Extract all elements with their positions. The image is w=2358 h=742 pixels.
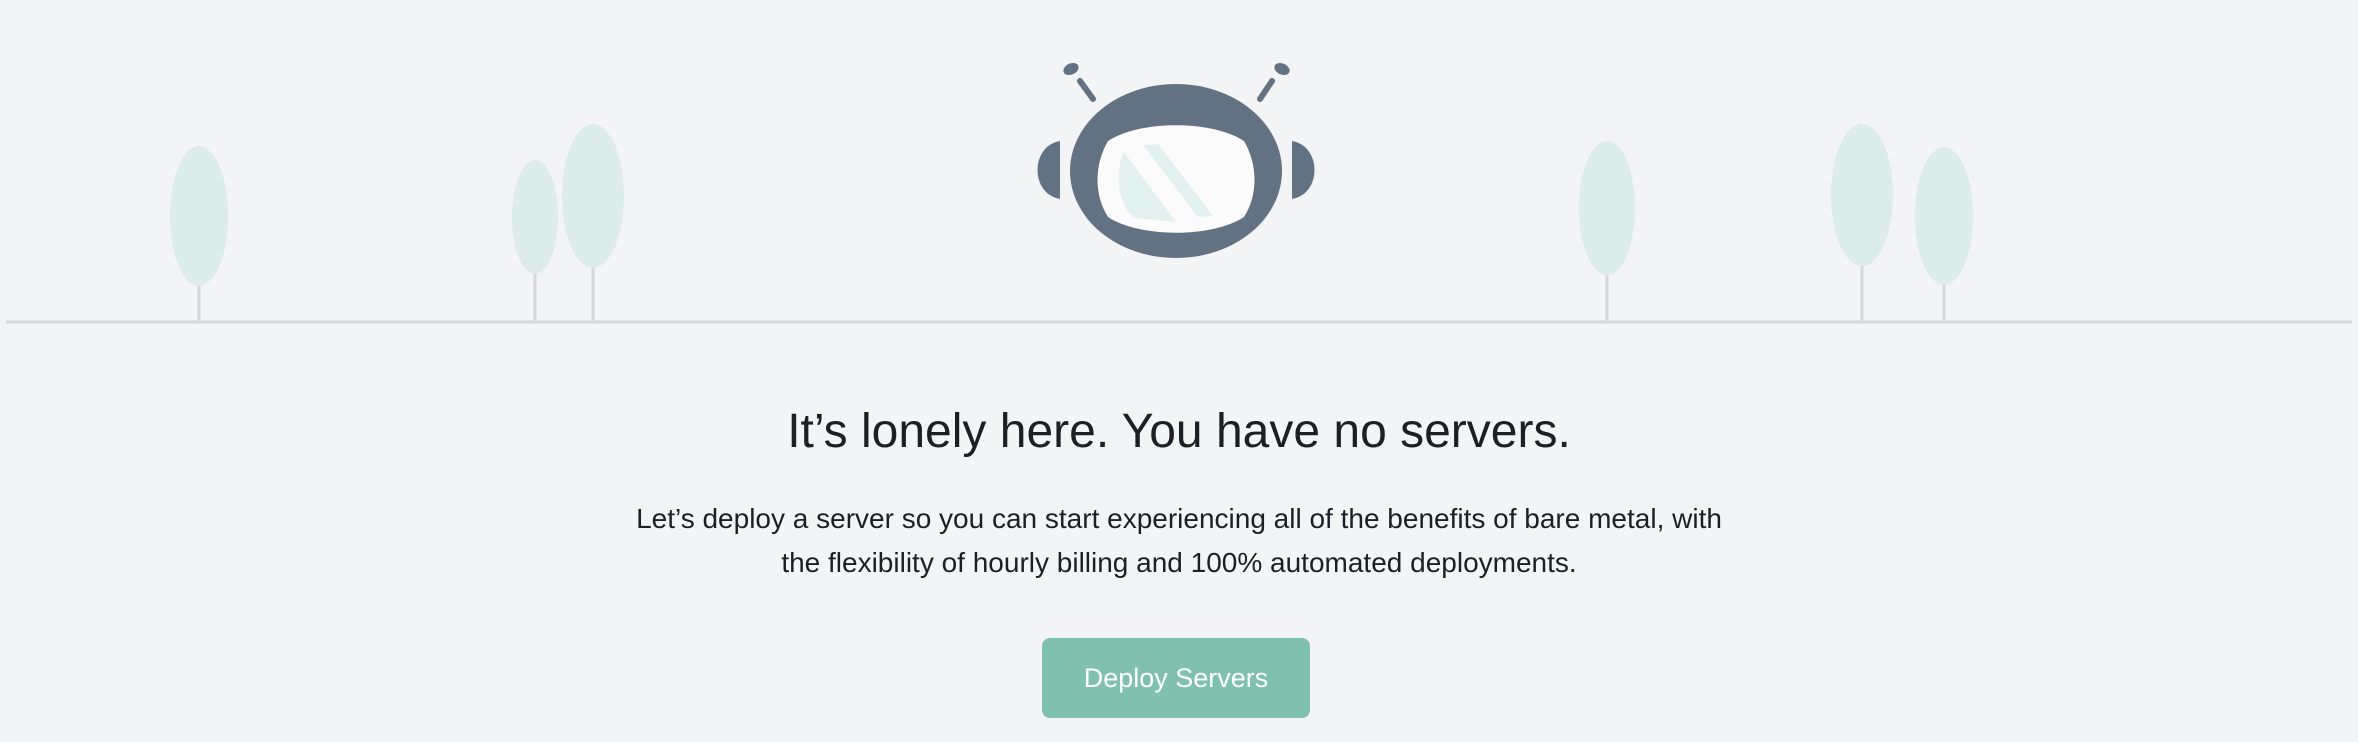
tree-icon xyxy=(170,146,228,322)
deploy-servers-button[interactable]: Deploy Servers xyxy=(1042,638,1310,718)
empty-state-page: It’s lonely here. You have no servers. L… xyxy=(0,0,2358,742)
empty-state-illustration xyxy=(6,62,2352,324)
tree-icon xyxy=(1579,141,1635,322)
empty-state-headline: It’s lonely here. You have no servers. xyxy=(787,405,1571,458)
tree-icon xyxy=(562,124,624,322)
tree-icon xyxy=(1831,124,1893,322)
tree-icon xyxy=(1915,147,1973,322)
empty-state-description: Let’s deploy a server so you can start e… xyxy=(636,503,1722,578)
tree-icon xyxy=(512,160,558,322)
robot-icon xyxy=(1037,62,1315,258)
